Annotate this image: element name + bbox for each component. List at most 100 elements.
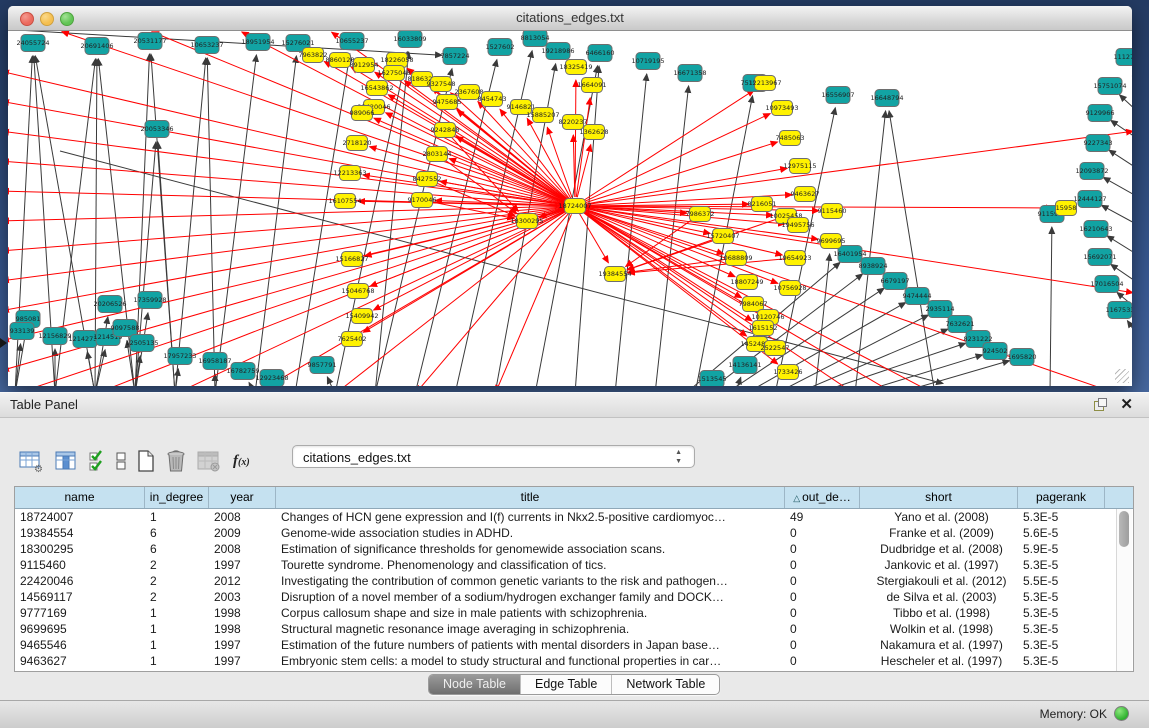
- table-row[interactable]: 946554611997Estimation of the future num…: [15, 637, 1133, 653]
- network-node-label: 16401954: [833, 250, 866, 258]
- table-row[interactable]: 911546021997Tourette syndrome. Phenomeno…: [15, 557, 1133, 573]
- memory-ok-indicator: [1114, 706, 1129, 721]
- network-node-label: 924502: [983, 347, 1008, 355]
- close-panel-icon[interactable]: ✕: [1120, 396, 1133, 413]
- table-row[interactable]: 1938455462009Genome-wide association stu…: [15, 525, 1133, 541]
- cell-out_de: 0: [785, 605, 860, 621]
- network-canvas-svg[interactable]: 2405572420691406205311771065323718951954…: [8, 31, 1132, 386]
- network-edge: [583, 90, 755, 201]
- cell-in_degree: 1: [145, 605, 209, 621]
- column-header-in_degree[interactable]: in_degree: [145, 487, 209, 508]
- network-node-label: 16107554: [328, 197, 361, 205]
- table-row[interactable]: 1830029562008Estimation of significance …: [15, 541, 1133, 557]
- column-header-short[interactable]: short: [860, 487, 1018, 508]
- network-edge: [1120, 95, 1132, 112]
- table-chooser-dropdown[interactable]: citations_edges.txt ▲▼: [292, 445, 695, 468]
- cell-name: 18300295: [15, 541, 145, 557]
- table-row[interactable]: 2242004622012Investigating the contribut…: [15, 573, 1133, 589]
- new-file-icon[interactable]: [136, 449, 156, 473]
- cell-year: 2009: [209, 525, 276, 541]
- network-node-label: 1695820: [1008, 353, 1037, 361]
- network-node-label: 10688809: [719, 254, 752, 262]
- cell-pagerank: 5.9E-5: [1018, 541, 1105, 557]
- show-columns-icon[interactable]: [53, 449, 79, 473]
- network-node-label: 17957233: [163, 352, 196, 360]
- network-node-label: 7485063: [776, 134, 805, 142]
- network-node-label: 9463627: [791, 190, 820, 198]
- cell-year: 1998: [209, 605, 276, 621]
- network-node-label: 9475685: [433, 98, 462, 106]
- network-node-label: 9227343: [1084, 139, 1113, 147]
- table-row[interactable]: 1456911722003Disruption of a novel membe…: [15, 589, 1133, 605]
- cell-name: 14569117: [15, 589, 145, 605]
- function-builder-icon[interactable]: f(x): [231, 453, 252, 470]
- network-node-label: 7857224: [441, 52, 470, 60]
- window-resize-grip[interactable]: [1115, 369, 1129, 383]
- column-header-year[interactable]: year: [209, 487, 276, 508]
- network-node-label: 7632621: [946, 320, 975, 328]
- network-node-label: 20206526: [93, 300, 126, 308]
- cell-name: 9699695: [15, 621, 145, 637]
- network-node-label: 12093872: [1075, 167, 1108, 175]
- column-header-title[interactable]: title: [276, 487, 785, 508]
- network-node-label: 20691406: [80, 42, 113, 50]
- float-panel-icon[interactable]: [1094, 398, 1107, 411]
- cell-out_de: 0: [785, 637, 860, 653]
- network-edge: [1103, 177, 1132, 197]
- network-node-label: 19218986: [541, 47, 574, 55]
- network-node-label: 1615152: [749, 324, 778, 332]
- network-node-label: 6466160: [586, 49, 615, 57]
- cell-year: 1998: [209, 621, 276, 637]
- network-edge: [177, 210, 567, 386]
- network-nodes: 2405572420691406205311771065323718951954…: [10, 31, 1132, 386]
- vertical-scrollbar[interactable]: [1116, 509, 1132, 671]
- network-node-label: 8938924: [859, 262, 888, 270]
- network-node-label: 18724007: [558, 202, 591, 210]
- tab-node-table[interactable]: Node Table: [429, 675, 521, 694]
- network-node-label: 2522547: [761, 344, 790, 352]
- network-node-label: 12444127: [1073, 195, 1106, 203]
- cell-pagerank: 5.5E-5: [1018, 573, 1105, 589]
- network-node-label: 18325419: [559, 63, 592, 71]
- network-node-label: 6679197: [881, 277, 910, 285]
- network-edge: [496, 214, 572, 386]
- tab-network-table[interactable]: Network Table: [612, 675, 719, 694]
- table-tabs: Node TableEdge TableNetwork Table: [428, 674, 720, 695]
- network-view-window[interactable]: citations_edges.txt 24055724206914062053…: [8, 6, 1132, 386]
- network-node-label: 9146821: [507, 103, 536, 111]
- delete-icon[interactable]: [165, 449, 187, 473]
- network-edge: [576, 98, 590, 197]
- column-header-name[interactable]: name: [15, 487, 145, 508]
- cell-title: Embryonic stem cells: a model to study s…: [276, 653, 785, 669]
- network-node-label: 15046768: [341, 287, 374, 295]
- cell-year: 1997: [209, 637, 276, 653]
- cell-title: Investigating the contribution of common…: [276, 573, 785, 589]
- table-settings-icon[interactable]: ⚙: [18, 449, 44, 473]
- network-edge: [795, 329, 948, 386]
- table-row[interactable]: 977716911998Corpus callosum shape and si…: [15, 605, 1133, 621]
- scrollbar-thumb[interactable]: [1119, 511, 1129, 547]
- table-row[interactable]: 1872400712008Changes of HCN gene express…: [15, 509, 1133, 525]
- network-window-titlebar[interactable]: citations_edges.txt: [8, 6, 1132, 31]
- network-canvas[interactable]: 2405572420691406205311771065323718951954…: [8, 31, 1132, 386]
- table-row[interactable]: 969969511998Structural magnetic resonanc…: [15, 621, 1133, 637]
- cell-pagerank: 5.3E-5: [1018, 653, 1105, 669]
- network-edge: [1111, 120, 1132, 139]
- cell-name: 18724007: [15, 509, 145, 525]
- network-node-label: 8813054: [521, 34, 550, 42]
- table-row[interactable]: 946362711997Embryonic stem cells: a mode…: [15, 653, 1133, 669]
- network-node-label: 18807249: [730, 278, 763, 286]
- network-edge: [95, 317, 108, 386]
- network-node-label: 2803144: [423, 150, 452, 158]
- network-node-label: 1664091: [578, 81, 607, 89]
- cell-in_degree: 2: [145, 557, 209, 573]
- cell-out_de: 0: [785, 525, 860, 541]
- column-header-out_de[interactable]: △out_de…: [785, 487, 860, 508]
- tab-edge-table[interactable]: Edge Table: [521, 675, 612, 694]
- select-columns-icon[interactable]: [88, 449, 106, 473]
- rows-icon[interactable]: [115, 449, 127, 473]
- network-node-label: 10120746: [751, 313, 784, 321]
- network-node-label: 1167533: [1106, 306, 1132, 314]
- column-header-pagerank[interactable]: pagerank: [1018, 487, 1105, 508]
- network-node-label: 18226058: [380, 56, 413, 64]
